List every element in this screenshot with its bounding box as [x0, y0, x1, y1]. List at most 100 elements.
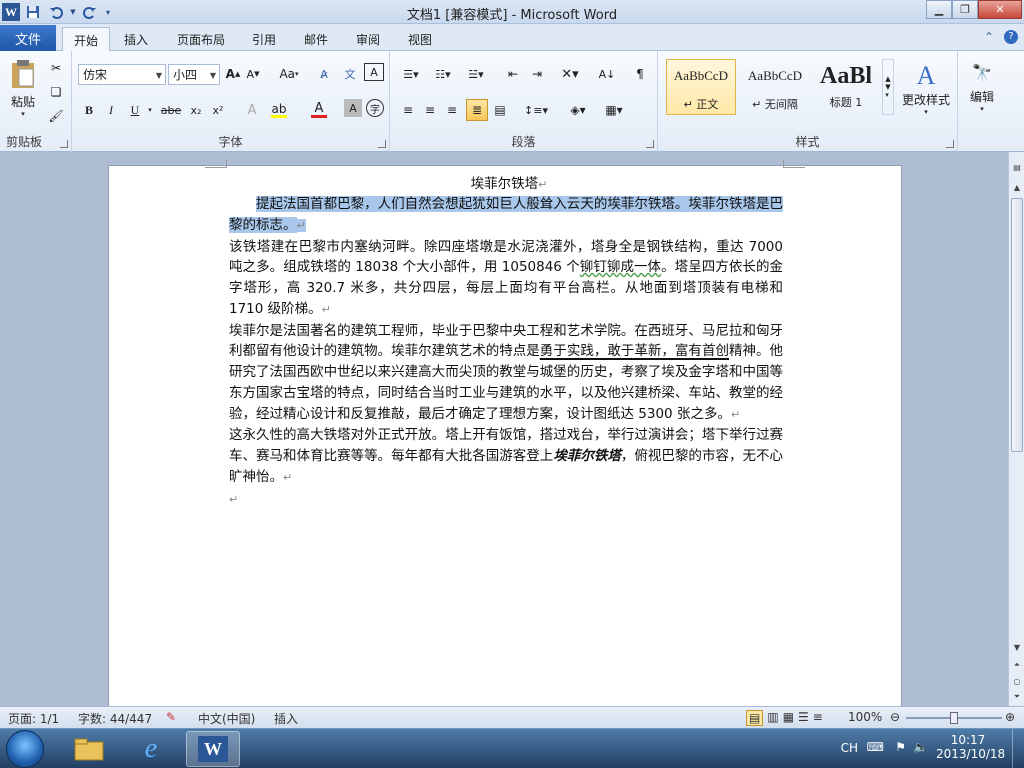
document-body[interactable]: 提起法国首都巴黎，人们自然会想起犹如巨人般耸入云天的埃菲尔铁塔。埃菲尔铁塔是巴黎… — [229, 194, 783, 510]
redo-icon[interactable] — [80, 2, 100, 22]
flag-icon[interactable]: ⚑ — [895, 740, 906, 754]
decrease-indent-icon[interactable]: ⇤ — [502, 63, 524, 85]
paragraph-dialog-launcher[interactable] — [646, 140, 654, 148]
bullets-icon[interactable]: ☰▾ — [398, 63, 424, 85]
text-effects-icon[interactable]: A — [242, 99, 262, 121]
font-dialog-launcher[interactable] — [378, 140, 386, 148]
outline-icon[interactable]: ☰ — [798, 710, 809, 726]
styles-scroll-buttons[interactable]: ▲ ▼ ▾ — [882, 59, 894, 115]
insert-mode-indicator[interactable]: 插入 — [274, 710, 298, 727]
italic-button[interactable]: I — [102, 99, 120, 121]
word-app-icon[interactable]: W — [2, 3, 20, 21]
copy-icon[interactable]: ❏ — [46, 81, 66, 103]
zoom-level[interactable]: 100% — [848, 710, 882, 724]
input-language[interactable]: CH — [841, 741, 858, 755]
tab-file[interactable]: 文件 — [0, 25, 56, 51]
document-page[interactable]: 埃菲尔铁塔↵ 提起法国首都巴黎，人们自然会想起犹如巨人般耸入云天的埃菲尔铁塔。埃… — [108, 160, 902, 706]
format-painter-icon[interactable]: 🖌 — [46, 105, 66, 127]
save-icon[interactable] — [23, 2, 43, 22]
explorer-taskbar-icon[interactable] — [62, 731, 116, 767]
help-icon[interactable]: ? — [1004, 30, 1018, 44]
bold-button[interactable]: B — [80, 99, 98, 121]
show-paragraph-marks-icon[interactable]: ¶ — [630, 63, 650, 85]
font-name-combo[interactable]: 仿宋 ▼ — [78, 64, 166, 85]
browse-object-icon[interactable]: ○ — [1010, 674, 1024, 688]
line-spacing-icon[interactable]: ↕≡▾ — [522, 99, 550, 121]
distributed-icon[interactable]: ▤ — [490, 99, 510, 121]
customize-qat-icon[interactable]: ▾ — [103, 2, 113, 22]
align-left-icon[interactable]: ≡ — [398, 99, 418, 121]
page-count[interactable]: 页面: 1/1 — [8, 710, 59, 727]
full-screen-reading-icon[interactable]: ▥ — [767, 710, 778, 726]
underline-button[interactable]: U — [126, 99, 144, 121]
vertical-scrollbar[interactable]: ▤ ▲ ▼ ⏶ ○ ⏷ — [1008, 152, 1024, 706]
editing-button[interactable]: 🔭 编辑 ▾ — [960, 55, 1004, 121]
minimize-button[interactable]: ▁ — [926, 0, 952, 19]
character-shading-icon[interactable]: A — [344, 99, 362, 117]
scroll-down-icon[interactable]: ▼ — [1010, 640, 1024, 654]
undo-icon[interactable] — [46, 2, 66, 22]
cut-icon[interactable]: ✂ — [46, 57, 66, 79]
tab-home[interactable]: 开始 — [62, 27, 110, 52]
multilevel-list-icon[interactable]: ☱▾ — [462, 63, 490, 85]
phonetic-guide-icon[interactable]: 文 — [338, 63, 362, 85]
next-page-icon[interactable]: ⏷ — [1010, 690, 1024, 704]
zoom-slider[interactable] — [906, 712, 1002, 724]
zoom-in-icon[interactable]: ⊕ — [1005, 710, 1015, 724]
undo-dropdown-icon[interactable]: ▼ — [69, 2, 77, 22]
sort-icon[interactable]: A↓ — [596, 63, 618, 85]
maximize-button[interactable]: ❐ — [952, 0, 978, 19]
font-size-combo[interactable]: 小四 ▼ — [168, 64, 220, 85]
word-taskbar-icon[interactable]: W — [186, 731, 240, 767]
shading-icon[interactable]: ◈▾ — [564, 99, 592, 121]
word-count[interactable]: 字数: 44/447 — [78, 710, 152, 727]
draft-icon[interactable]: ≡ — [813, 710, 823, 726]
clear-formatting-icon[interactable]: A̷ — [314, 63, 334, 85]
superscript-button[interactable]: x² — [208, 99, 228, 121]
styles-dialog-launcher[interactable] — [946, 140, 954, 148]
borders-icon[interactable]: ▦▾ — [600, 99, 628, 121]
clipboard-dialog-launcher[interactable] — [60, 140, 68, 148]
change-case-button[interactable]: Aa ▾ — [276, 63, 302, 85]
font-color-button[interactable]: A — [308, 99, 330, 121]
underline-dropdown-icon[interactable]: ▾ — [146, 99, 154, 121]
print-layout-icon[interactable]: ▤ — [746, 710, 764, 726]
style-heading-1[interactable]: AaBl 标题 1 — [812, 59, 880, 115]
show-desktop-button[interactable] — [1012, 729, 1024, 768]
zoom-slider-thumb[interactable] — [950, 712, 958, 724]
highlight-color-button[interactable]: ab — [268, 99, 290, 121]
tab-review[interactable]: 审阅 — [348, 27, 388, 51]
proofing-icon[interactable]: ✎ — [166, 710, 176, 724]
internet-explorer-taskbar-icon[interactable]: e — [124, 731, 178, 767]
style-no-spacing[interactable]: AaBbCcD ↵ 无间隔 — [740, 59, 810, 115]
align-right-icon[interactable]: ≡ — [442, 99, 462, 121]
chinese-layout-icon[interactable]: ✕▾ — [556, 63, 584, 85]
align-center-icon[interactable]: ≡ — [420, 99, 440, 121]
enclose-characters-icon[interactable]: 字 — [366, 99, 384, 117]
language-indicator[interactable]: 中文(中国) — [198, 710, 255, 727]
tab-mailings[interactable]: 邮件 — [296, 27, 336, 51]
previous-page-icon[interactable]: ⏶ — [1010, 658, 1024, 672]
scrollbar-thumb[interactable] — [1011, 198, 1023, 452]
close-button[interactable]: ✕ — [978, 0, 1022, 19]
grow-font-button[interactable]: A ▲ — [224, 63, 242, 85]
keyboard-icon[interactable]: ⌨ — [867, 740, 884, 754]
zoom-out-icon[interactable]: ⊖ — [890, 710, 900, 724]
subscript-button[interactable]: x₂ — [186, 99, 206, 121]
increase-indent-icon[interactable]: ⇥ — [526, 63, 548, 85]
style-normal[interactable]: AaBbCcD ↵ 正文 — [666, 59, 736, 115]
numbering-icon[interactable]: ☷▾ — [430, 63, 456, 85]
justify-icon[interactable]: ≣ — [466, 99, 488, 121]
volume-icon[interactable]: 🔈 — [913, 740, 928, 754]
strikethrough-button[interactable]: abe — [160, 99, 182, 121]
clock[interactable]: 10:17 2013/10/18 — [936, 733, 1005, 761]
change-styles-button[interactable]: A 更改样式 ▾ — [898, 55, 954, 121]
paste-button[interactable]: 粘贴 ▾ — [4, 55, 42, 121]
start-button[interactable] — [6, 730, 44, 768]
scroll-up-icon[interactable]: ▲ — [1010, 180, 1024, 194]
tab-insert[interactable]: 插入 — [114, 27, 158, 51]
minimize-ribbon-icon[interactable]: ⌃ — [984, 30, 994, 44]
tab-page-layout[interactable]: 页面布局 — [170, 27, 232, 51]
tab-view[interactable]: 视图 — [400, 27, 440, 51]
ruler-toggle-icon[interactable]: ▤ — [1010, 160, 1024, 174]
